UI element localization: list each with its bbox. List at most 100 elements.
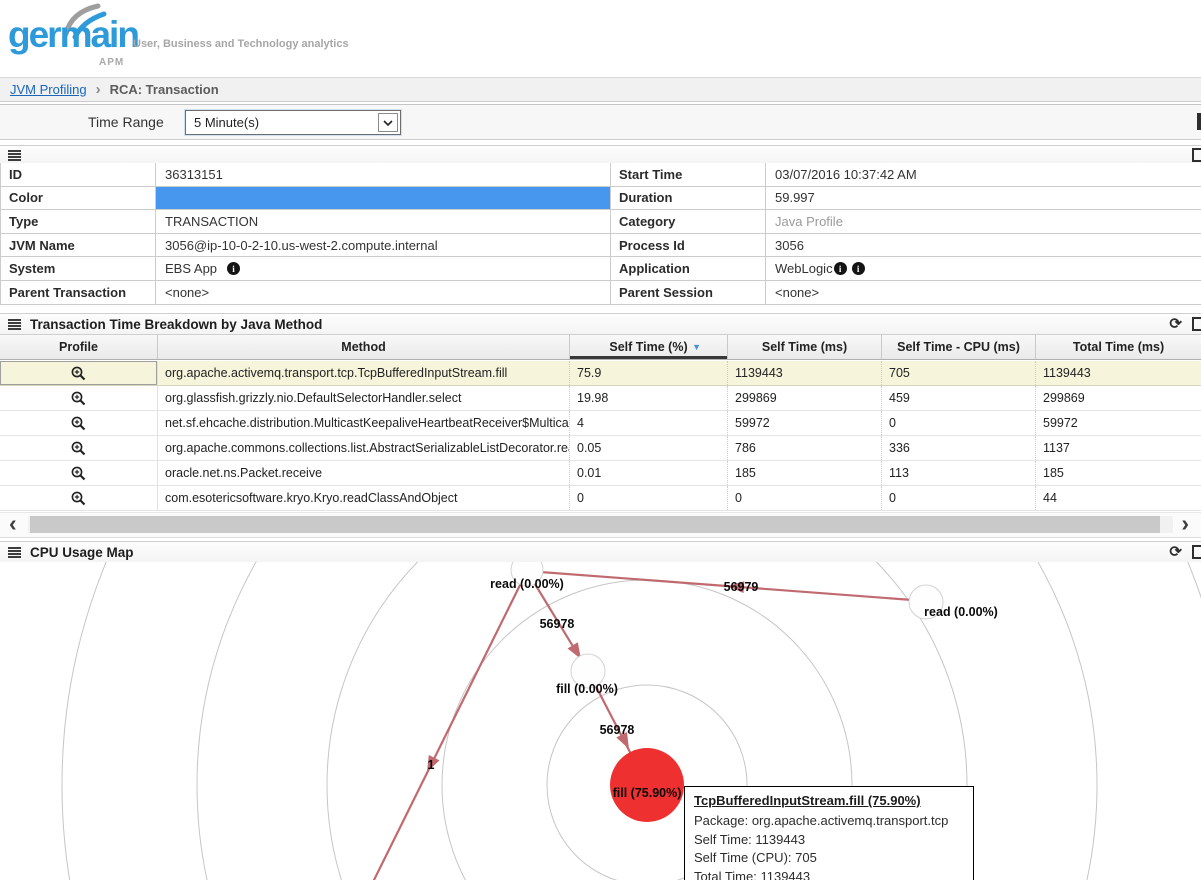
table-row[interactable]: oracle.net.ns.Packet.receive 0.01 185 11… xyxy=(0,461,1201,486)
cell-self-pct: 4 xyxy=(570,411,728,435)
table-row[interactable]: org.apache.commons.collections.list.Abst… xyxy=(0,436,1201,461)
breakdown-title: Transaction Time Breakdown by Java Metho… xyxy=(30,317,322,332)
field-label: Category xyxy=(611,210,766,233)
profile-magnifier-icon[interactable] xyxy=(70,490,87,507)
table-row: System EBS App i Application WebLogic i … xyxy=(1,257,1201,281)
field-value-system[interactable]: EBS App xyxy=(165,261,217,276)
info-icon[interactable]: i xyxy=(852,262,865,275)
field-value-start-time: 03/07/2016 10:37:42 AM xyxy=(766,163,1201,186)
column-header-self-time-pct[interactable]: Self Time (%) ▼ xyxy=(570,335,728,359)
sort-desc-icon: ▼ xyxy=(692,342,701,352)
field-label: Start Time xyxy=(611,163,766,186)
table-row: ID 36313151 Start Time 03/07/2016 10:37:… xyxy=(1,163,1201,187)
table-row[interactable]: org.apache.activemq.transport.tcp.TcpBuf… xyxy=(0,361,1201,386)
field-value-category[interactable]: Java Profile xyxy=(775,214,843,229)
cell-total-ms: 1139443 xyxy=(1036,361,1201,385)
field-value-process-id: 3056 xyxy=(766,234,1201,257)
cell-self-pct: 0 xyxy=(570,486,728,510)
panel-menu-icon[interactable] xyxy=(8,319,21,330)
breakdown-column-headers: Profile Method Self Time (%) ▼ Self Time… xyxy=(0,334,1201,360)
refresh-icon[interactable]: ⟳ xyxy=(1169,545,1182,560)
field-label: Parent Transaction xyxy=(1,281,156,304)
cell-method: org.glassfish.grizzly.nio.DefaultSelecto… xyxy=(158,386,570,410)
edge-label: 1 xyxy=(428,758,435,772)
field-label: System xyxy=(1,257,156,280)
refresh-icon[interactable]: ⟳ xyxy=(1169,317,1182,332)
details-panel-header xyxy=(0,145,1201,165)
table-row[interactable]: org.glassfish.grizzly.nio.DefaultSelecto… xyxy=(0,386,1201,411)
cell-total-ms: 185 xyxy=(1036,461,1201,485)
tooltip-self-time-cpu: Self Time (CPU): 705 xyxy=(694,849,964,868)
panel-menu-icon[interactable] xyxy=(8,150,21,161)
cell-self-cpu-ms: 336 xyxy=(882,436,1036,460)
time-range-select[interactable]: 5 Minute(s) xyxy=(185,110,401,135)
cpu-map-title: CPU Usage Map xyxy=(30,545,134,560)
profile-magnifier-icon[interactable] xyxy=(70,465,87,482)
scroll-right-icon[interactable]: › xyxy=(1181,511,1189,535)
cell-method: net.sf.ehcache.distribution.MulticastKee… xyxy=(158,411,570,435)
clipped-icon[interactable] xyxy=(1192,545,1201,559)
field-label: Parent Session xyxy=(611,281,766,304)
cell-self-ms: 299869 xyxy=(728,386,882,410)
node-label: fill (75.90%) xyxy=(613,786,682,800)
field-label: JVM Name xyxy=(1,234,156,257)
edge-read-top-offscreen xyxy=(373,571,527,880)
column-header-self-time-ms[interactable]: Self Time (ms) xyxy=(728,335,882,359)
cell-self-ms: 1139443 xyxy=(728,361,882,385)
cell-self-cpu-ms: 0 xyxy=(882,411,1036,435)
edge-label: 56978 xyxy=(540,617,575,631)
breakdown-panel-header: Transaction Time Breakdown by Java Metho… xyxy=(0,313,1201,335)
cell-self-ms: 185 xyxy=(728,461,882,485)
node-label: read (0.00%) xyxy=(924,605,998,619)
cell-total-ms: 1137 xyxy=(1036,436,1201,460)
field-value-parent-session: <none> xyxy=(766,281,1201,304)
clipped-icon[interactable] xyxy=(1192,317,1201,331)
scrollbar-thumb[interactable] xyxy=(30,516,1160,533)
column-header-method[interactable]: Method xyxy=(158,335,570,359)
field-value-duration: 59.997 xyxy=(766,187,1201,210)
cell-self-ms: 59972 xyxy=(728,411,882,435)
tooltip-total-time: Total Time: 1139443 xyxy=(694,868,964,880)
field-value-id: 36313151 xyxy=(156,163,611,186)
time-range-value: 5 Minute(s) xyxy=(194,115,259,130)
breadcrumb-current: RCA: Transaction xyxy=(110,82,219,97)
map-node-fill-main[interactable] xyxy=(610,748,684,822)
info-icon[interactable]: i xyxy=(227,262,240,275)
cell-self-pct: 19.98 xyxy=(570,386,728,410)
tooltip-package: Package: org.apache.activemq.transport.t… xyxy=(694,812,964,831)
field-value-application[interactable]: WebLogic xyxy=(775,261,833,276)
cell-method: org.apache.activemq.transport.tcp.TcpBuf… xyxy=(158,361,570,385)
info-icon[interactable]: i xyxy=(834,262,847,275)
transaction-color-swatch xyxy=(156,187,610,210)
field-label: ID xyxy=(1,163,156,186)
cell-self-pct: 0.01 xyxy=(570,461,728,485)
panel-menu-icon[interactable] xyxy=(8,547,21,558)
column-header-profile[interactable]: Profile xyxy=(0,335,158,359)
profile-magnifier-icon[interactable] xyxy=(70,390,87,407)
field-value-jvm-name: 3056@ip-10-0-2-10.us-west-2.compute.inte… xyxy=(156,234,611,257)
logo-apm-label: APM xyxy=(99,57,124,68)
profile-magnifier-icon[interactable] xyxy=(70,365,87,382)
table-row[interactable]: net.sf.ehcache.distribution.MulticastKee… xyxy=(0,411,1201,436)
scroll-left-icon[interactable]: ‹ xyxy=(9,511,17,535)
clipped-icon[interactable] xyxy=(1192,148,1201,162)
column-header-self-time-cpu-ms[interactable]: Self Time - CPU (ms) xyxy=(882,335,1036,359)
cell-method: com.esotericsoftware.kryo.Kryo.readClass… xyxy=(158,486,570,510)
tooltip-self-time: Self Time: 1139443 xyxy=(694,831,964,850)
profile-magnifier-icon[interactable] xyxy=(70,415,87,432)
table-row[interactable]: com.esotericsoftware.kryo.Kryo.readClass… xyxy=(0,486,1201,511)
cpu-map-canvas: read (0.00%) 56978 fill (0.00%) 56978 fi… xyxy=(0,562,1201,880)
field-label: Type xyxy=(1,210,156,233)
horizontal-scrollbar: ‹ › xyxy=(0,512,1201,538)
cell-total-ms: 44 xyxy=(1036,486,1201,510)
clipped-icon[interactable] xyxy=(1197,113,1201,130)
cell-self-cpu-ms: 705 xyxy=(882,361,1036,385)
cpu-usage-map: read (0.00%) 56978 fill (0.00%) 56978 fi… xyxy=(0,562,1201,880)
profile-magnifier-icon[interactable] xyxy=(70,440,87,457)
column-header-total-time-ms[interactable]: Total Time (ms) xyxy=(1036,335,1201,359)
page: germain APM User, Business and Technolog… xyxy=(0,0,1201,880)
logo-text: germain xyxy=(8,14,138,56)
breadcrumb-separator-icon: › xyxy=(96,82,101,97)
breadcrumb-link-jvm-profiling[interactable]: JVM Profiling xyxy=(10,82,87,97)
field-label: Application xyxy=(611,257,766,280)
